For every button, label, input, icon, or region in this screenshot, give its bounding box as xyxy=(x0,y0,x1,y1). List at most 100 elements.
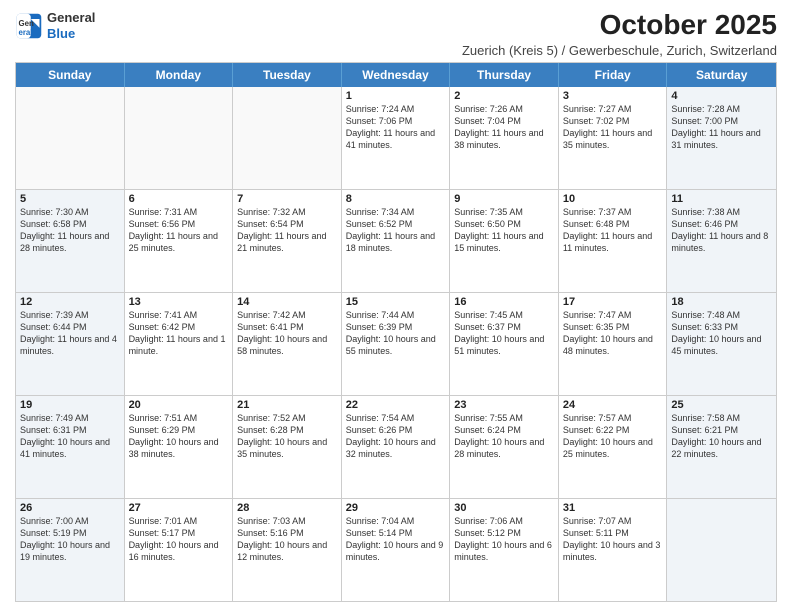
day-number: 31 xyxy=(563,502,663,514)
month-title: October 2025 xyxy=(462,10,777,41)
day-info: Sunrise: 7:34 AM Sunset: 6:52 PM Dayligh… xyxy=(346,206,446,255)
day-info: Sunrise: 7:44 AM Sunset: 6:39 PM Dayligh… xyxy=(346,309,446,358)
day-cell-15: 15Sunrise: 7:44 AM Sunset: 6:39 PM Dayli… xyxy=(342,293,451,395)
day-info: Sunrise: 7:57 AM Sunset: 6:22 PM Dayligh… xyxy=(563,412,663,461)
day-number: 4 xyxy=(671,90,772,102)
logo-general: General xyxy=(47,10,95,26)
day-info: Sunrise: 7:38 AM Sunset: 6:46 PM Dayligh… xyxy=(671,206,772,255)
day-number: 29 xyxy=(346,502,446,514)
day-cell-6: 6Sunrise: 7:31 AM Sunset: 6:56 PM Daylig… xyxy=(125,190,234,292)
header-day-thursday: Thursday xyxy=(450,63,559,87)
day-info: Sunrise: 7:26 AM Sunset: 7:04 PM Dayligh… xyxy=(454,103,554,152)
day-number: 22 xyxy=(346,399,446,411)
day-info: Sunrise: 7:27 AM Sunset: 7:02 PM Dayligh… xyxy=(563,103,663,152)
day-info: Sunrise: 7:01 AM Sunset: 5:17 PM Dayligh… xyxy=(129,515,229,564)
day-number: 25 xyxy=(671,399,772,411)
day-cell-8: 8Sunrise: 7:34 AM Sunset: 6:52 PM Daylig… xyxy=(342,190,451,292)
calendar-row-2: 12Sunrise: 7:39 AM Sunset: 6:44 PM Dayli… xyxy=(16,293,776,396)
day-info: Sunrise: 7:03 AM Sunset: 5:16 PM Dayligh… xyxy=(237,515,337,564)
day-cell-17: 17Sunrise: 7:47 AM Sunset: 6:35 PM Dayli… xyxy=(559,293,668,395)
header-day-friday: Friday xyxy=(559,63,668,87)
day-info: Sunrise: 7:47 AM Sunset: 6:35 PM Dayligh… xyxy=(563,309,663,358)
day-info: Sunrise: 7:41 AM Sunset: 6:42 PM Dayligh… xyxy=(129,309,229,358)
day-info: Sunrise: 7:06 AM Sunset: 5:12 PM Dayligh… xyxy=(454,515,554,564)
day-info: Sunrise: 7:32 AM Sunset: 6:54 PM Dayligh… xyxy=(237,206,337,255)
day-cell-26: 26Sunrise: 7:00 AM Sunset: 5:19 PM Dayli… xyxy=(16,499,125,601)
day-cell-4: 4Sunrise: 7:28 AM Sunset: 7:00 PM Daylig… xyxy=(667,87,776,189)
day-cell-30: 30Sunrise: 7:06 AM Sunset: 5:12 PM Dayli… xyxy=(450,499,559,601)
day-number: 27 xyxy=(129,502,229,514)
day-number: 30 xyxy=(454,502,554,514)
title-block: October 2025 Zuerich (Kreis 5) / Gewerbe… xyxy=(462,10,777,58)
header-day-saturday: Saturday xyxy=(667,63,776,87)
day-number: 20 xyxy=(129,399,229,411)
day-cell-13: 13Sunrise: 7:41 AM Sunset: 6:42 PM Dayli… xyxy=(125,293,234,395)
day-info: Sunrise: 7:39 AM Sunset: 6:44 PM Dayligh… xyxy=(20,309,120,358)
logo-text: General Blue xyxy=(47,10,95,41)
day-number: 16 xyxy=(454,296,554,308)
empty-cell-r0c2 xyxy=(233,87,342,189)
day-number: 17 xyxy=(563,296,663,308)
day-number: 14 xyxy=(237,296,337,308)
day-info: Sunrise: 7:55 AM Sunset: 6:24 PM Dayligh… xyxy=(454,412,554,461)
calendar-row-0: 1Sunrise: 7:24 AM Sunset: 7:06 PM Daylig… xyxy=(16,87,776,190)
day-cell-16: 16Sunrise: 7:45 AM Sunset: 6:37 PM Dayli… xyxy=(450,293,559,395)
day-number: 9 xyxy=(454,193,554,205)
day-cell-14: 14Sunrise: 7:42 AM Sunset: 6:41 PM Dayli… xyxy=(233,293,342,395)
day-number: 28 xyxy=(237,502,337,514)
day-cell-29: 29Sunrise: 7:04 AM Sunset: 5:14 PM Dayli… xyxy=(342,499,451,601)
day-cell-10: 10Sunrise: 7:37 AM Sunset: 6:48 PM Dayli… xyxy=(559,190,668,292)
day-cell-24: 24Sunrise: 7:57 AM Sunset: 6:22 PM Dayli… xyxy=(559,396,668,498)
day-cell-2: 2Sunrise: 7:26 AM Sunset: 7:04 PM Daylig… xyxy=(450,87,559,189)
day-info: Sunrise: 7:28 AM Sunset: 7:00 PM Dayligh… xyxy=(671,103,772,152)
header: Gen eral General Blue October 2025 Zueri… xyxy=(15,10,777,58)
subtitle: Zuerich (Kreis 5) / Gewerbeschule, Zuric… xyxy=(462,43,777,58)
calendar-row-4: 26Sunrise: 7:00 AM Sunset: 5:19 PM Dayli… xyxy=(16,499,776,601)
day-number: 24 xyxy=(563,399,663,411)
day-info: Sunrise: 7:48 AM Sunset: 6:33 PM Dayligh… xyxy=(671,309,772,358)
day-info: Sunrise: 7:31 AM Sunset: 6:56 PM Dayligh… xyxy=(129,206,229,255)
day-cell-20: 20Sunrise: 7:51 AM Sunset: 6:29 PM Dayli… xyxy=(125,396,234,498)
logo: Gen eral General Blue xyxy=(15,10,95,41)
logo-blue: Blue xyxy=(47,26,95,42)
day-cell-1: 1Sunrise: 7:24 AM Sunset: 7:06 PM Daylig… xyxy=(342,87,451,189)
day-info: Sunrise: 7:45 AM Sunset: 6:37 PM Dayligh… xyxy=(454,309,554,358)
day-cell-22: 22Sunrise: 7:54 AM Sunset: 6:26 PM Dayli… xyxy=(342,396,451,498)
day-cell-25: 25Sunrise: 7:58 AM Sunset: 6:21 PM Dayli… xyxy=(667,396,776,498)
calendar-body: 1Sunrise: 7:24 AM Sunset: 7:06 PM Daylig… xyxy=(16,87,776,601)
day-number: 3 xyxy=(563,90,663,102)
header-day-sunday: Sunday xyxy=(16,63,125,87)
header-day-wednesday: Wednesday xyxy=(342,63,451,87)
day-number: 2 xyxy=(454,90,554,102)
calendar-row-1: 5Sunrise: 7:30 AM Sunset: 6:58 PM Daylig… xyxy=(16,190,776,293)
day-number: 23 xyxy=(454,399,554,411)
day-cell-9: 9Sunrise: 7:35 AM Sunset: 6:50 PM Daylig… xyxy=(450,190,559,292)
day-number: 18 xyxy=(671,296,772,308)
day-info: Sunrise: 7:51 AM Sunset: 6:29 PM Dayligh… xyxy=(129,412,229,461)
day-number: 1 xyxy=(346,90,446,102)
day-cell-12: 12Sunrise: 7:39 AM Sunset: 6:44 PM Dayli… xyxy=(16,293,125,395)
logo-icon: Gen eral xyxy=(15,12,43,40)
day-cell-18: 18Sunrise: 7:48 AM Sunset: 6:33 PM Dayli… xyxy=(667,293,776,395)
day-info: Sunrise: 7:00 AM Sunset: 5:19 PM Dayligh… xyxy=(20,515,120,564)
day-info: Sunrise: 7:07 AM Sunset: 5:11 PM Dayligh… xyxy=(563,515,663,564)
day-cell-27: 27Sunrise: 7:01 AM Sunset: 5:17 PM Dayli… xyxy=(125,499,234,601)
empty-cell-r0c1 xyxy=(125,87,234,189)
day-cell-21: 21Sunrise: 7:52 AM Sunset: 6:28 PM Dayli… xyxy=(233,396,342,498)
day-number: 15 xyxy=(346,296,446,308)
day-info: Sunrise: 7:58 AM Sunset: 6:21 PM Dayligh… xyxy=(671,412,772,461)
day-number: 26 xyxy=(20,502,120,514)
day-info: Sunrise: 7:30 AM Sunset: 6:58 PM Dayligh… xyxy=(20,206,120,255)
day-cell-5: 5Sunrise: 7:30 AM Sunset: 6:58 PM Daylig… xyxy=(16,190,125,292)
day-cell-23: 23Sunrise: 7:55 AM Sunset: 6:24 PM Dayli… xyxy=(450,396,559,498)
day-cell-11: 11Sunrise: 7:38 AM Sunset: 6:46 PM Dayli… xyxy=(667,190,776,292)
day-number: 6 xyxy=(129,193,229,205)
day-number: 13 xyxy=(129,296,229,308)
day-number: 19 xyxy=(20,399,120,411)
day-info: Sunrise: 7:24 AM Sunset: 7:06 PM Dayligh… xyxy=(346,103,446,152)
day-number: 7 xyxy=(237,193,337,205)
svg-text:eral: eral xyxy=(19,27,33,36)
day-info: Sunrise: 7:49 AM Sunset: 6:31 PM Dayligh… xyxy=(20,412,120,461)
empty-cell-r4c6 xyxy=(667,499,776,601)
calendar: SundayMondayTuesdayWednesdayThursdayFrid… xyxy=(15,62,777,602)
